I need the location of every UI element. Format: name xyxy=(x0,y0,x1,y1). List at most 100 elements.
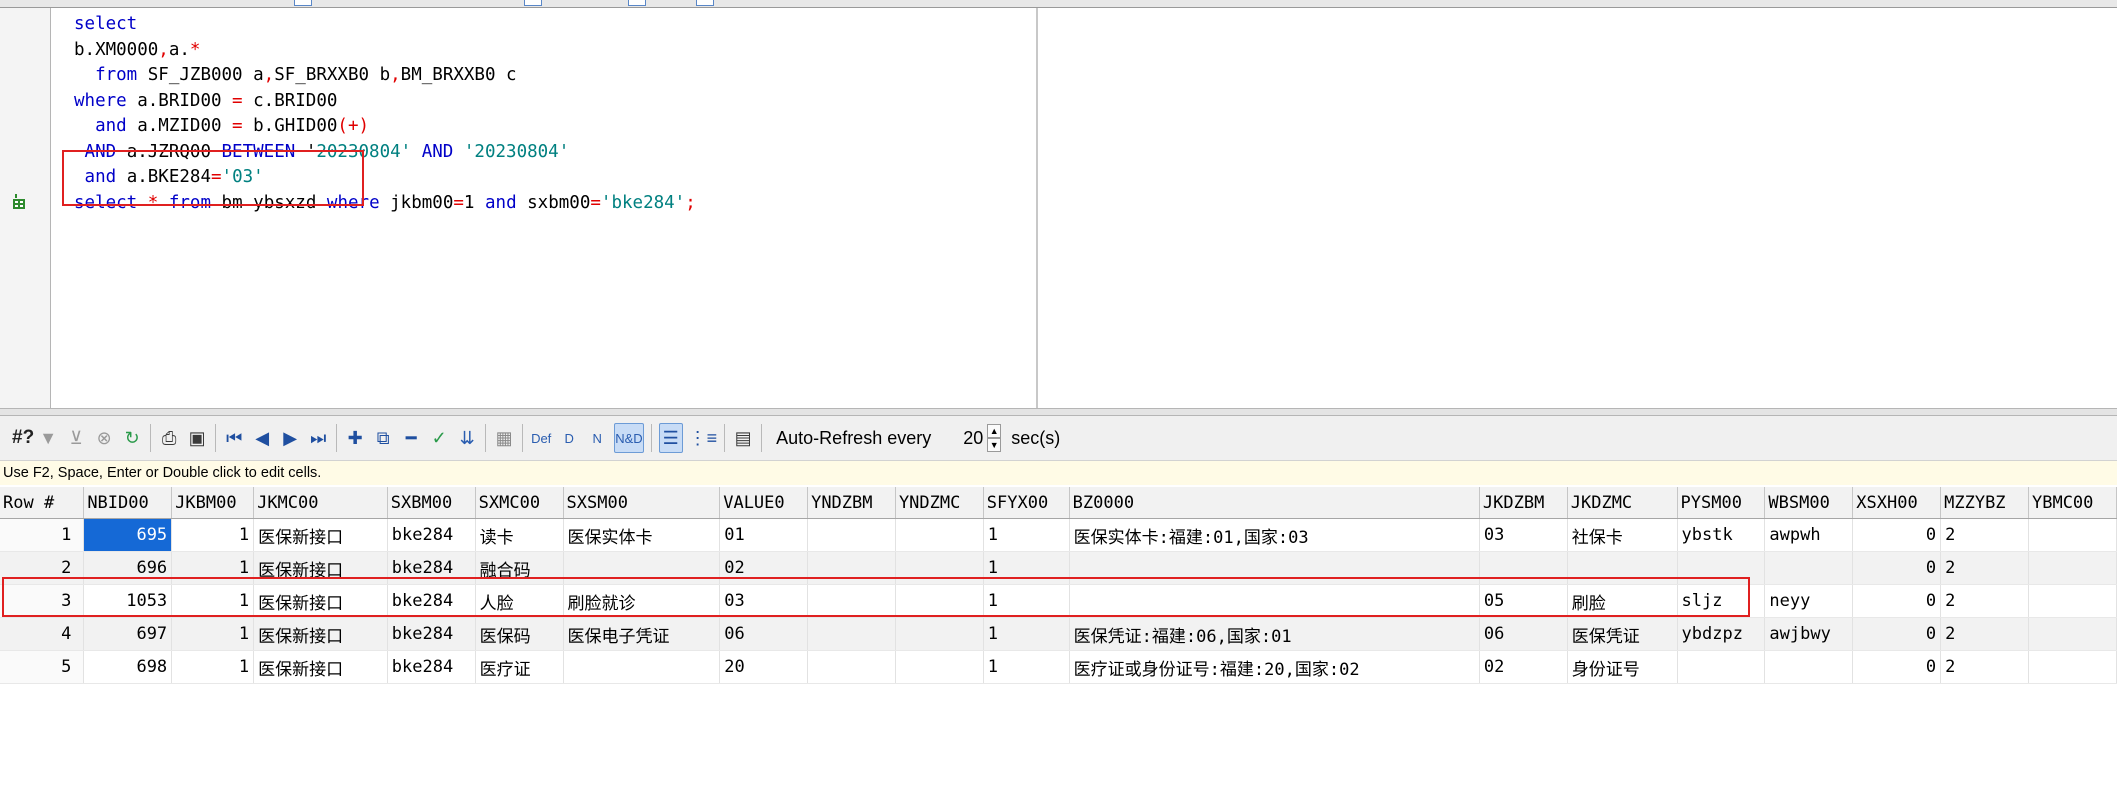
table-cell[interactable]: 20 xyxy=(719,650,809,684)
table-cell[interactable] xyxy=(1677,650,1766,684)
sql-editor[interactable]: select b.XM0000,a.* from SF_JZB000 a,SF_B… xyxy=(0,8,1036,408)
row-number-cell[interactable]: 5 xyxy=(0,650,85,684)
last-record-icon[interactable]: ⏭ xyxy=(307,424,329,452)
date-button[interactable]: D xyxy=(558,424,580,452)
column-header[interactable]: YNDZBM xyxy=(807,487,896,519)
table-cell[interactable] xyxy=(895,518,984,552)
table-cell[interactable]: 1 xyxy=(983,518,1070,552)
table-cell[interactable]: 0 xyxy=(1852,518,1942,552)
table-cell[interactable] xyxy=(1069,584,1480,618)
column-header[interactable]: VALUE0 xyxy=(719,487,809,519)
table-cell[interactable]: 1 xyxy=(171,650,255,684)
table-cell[interactable]: 03 xyxy=(719,584,809,618)
duplicate-record-icon[interactable]: ⧉ xyxy=(372,424,394,452)
result-grid[interactable]: Row # NBID00 JKBM00 JKMC00 SXBM00 SXMC00 SXSM0… xyxy=(0,487,2117,684)
table-cell[interactable]: 01 xyxy=(719,518,809,552)
column-header[interactable]: XSXH00 xyxy=(1852,487,1942,519)
table-cell[interactable]: 医保新接口 xyxy=(253,584,388,618)
row-number-cell[interactable]: 1 xyxy=(0,518,85,552)
column-header[interactable]: JKMC00 xyxy=(253,487,388,519)
spinner-buttons[interactable]: ▲ ▼ xyxy=(987,424,1002,452)
table-cell[interactable]: 医保实体卡:福建:01,国家:03 xyxy=(1069,518,1480,552)
table-cell[interactable]: 02 xyxy=(719,551,809,585)
table-cell[interactable]: 0 xyxy=(1852,617,1942,651)
table-cell[interactable]: 697 xyxy=(83,617,173,651)
table-cell[interactable]: 695 xyxy=(83,518,173,552)
grid-view-icon[interactable]: ☰ xyxy=(658,423,683,453)
table-cell[interactable]: 人脸 xyxy=(475,584,564,618)
table-cell[interactable]: 医保新接口 xyxy=(253,518,388,552)
table-cell[interactable] xyxy=(1677,551,1766,585)
null-and-date-button[interactable]: N&D xyxy=(614,423,644,453)
table-cell[interactable]: 身份证号 xyxy=(1567,650,1678,684)
table-cell[interactable]: 读卡 xyxy=(475,518,564,552)
table-cell[interactable] xyxy=(1764,650,1854,684)
column-header[interactable]: JKDZBM xyxy=(1479,487,1568,519)
table-cell[interactable] xyxy=(2028,518,2117,552)
table-row[interactable]: 4 697 1 医保新接口 bke284 医保码 医保电子凭证 06 1 医保凭证:福建:06,国… xyxy=(0,617,2117,651)
table-cell[interactable] xyxy=(807,584,896,618)
cancel-icon[interactable]: ⊗ xyxy=(93,424,115,452)
table-cell[interactable]: 2 xyxy=(1940,551,2029,585)
table-cell[interactable]: 1 xyxy=(171,518,255,552)
table-cell[interactable] xyxy=(563,551,721,585)
column-header[interactable]: YNDZMC xyxy=(895,487,984,519)
table-cell[interactable] xyxy=(2028,650,2117,684)
null-button[interactable]: N xyxy=(586,424,608,452)
table-cell[interactable]: 05 xyxy=(1479,584,1568,618)
table-cell[interactable]: 1 xyxy=(171,551,255,585)
table-cell[interactable] xyxy=(2028,617,2117,651)
column-header[interactable]: PYSM00 xyxy=(1677,487,1766,519)
table-cell[interactable]: 1 xyxy=(983,650,1070,684)
table-cell[interactable]: 医保电子凭证 xyxy=(563,617,721,651)
table-cell[interactable]: 1 xyxy=(171,584,255,618)
delete-record-icon[interactable]: ━ xyxy=(400,424,422,452)
table-cell[interactable]: 1 xyxy=(171,617,255,651)
column-header[interactable]: Row # xyxy=(0,487,85,519)
column-header[interactable]: SXBM00 xyxy=(387,487,476,519)
column-header[interactable]: SXMC00 xyxy=(475,487,564,519)
table-cell[interactable]: bke284 xyxy=(387,518,476,552)
next-record-icon[interactable]: ▶ xyxy=(279,424,301,452)
table-cell[interactable]: 696 xyxy=(83,551,173,585)
table-cell[interactable] xyxy=(807,617,896,651)
row-number-cell[interactable]: 4 xyxy=(0,617,85,651)
table-cell[interactable] xyxy=(2028,551,2117,585)
column-header[interactable]: MZZYBZ xyxy=(1940,487,2029,519)
table-cell[interactable]: 1053 xyxy=(83,584,173,618)
table-cell[interactable]: 698 xyxy=(83,650,173,684)
table-cell[interactable] xyxy=(2028,584,2117,618)
code-line[interactable]: where a.BRID00 = c.BRID00 xyxy=(74,89,696,115)
column-header[interactable]: WBSM00 xyxy=(1764,487,1854,519)
default-value-button[interactable]: Def xyxy=(530,424,552,452)
table-cell[interactable]: 2 xyxy=(1940,584,2029,618)
filter-icon[interactable]: ▼ xyxy=(37,424,59,452)
table-cell[interactable]: 刷脸就诊 xyxy=(563,584,721,618)
table-cell[interactable] xyxy=(807,518,896,552)
table-cell[interactable]: neyy xyxy=(1764,584,1854,618)
table-row[interactable]: 5 698 1 医保新接口 bke284 医疗证 20 1 医疗证或身份证号:福建:20,国家:… xyxy=(0,650,2117,684)
table-cell[interactable]: bke284 xyxy=(387,584,476,618)
save-icon[interactable]: ▣ xyxy=(186,424,208,452)
refresh-icon[interactable]: ↻ xyxy=(121,424,143,452)
table-row[interactable]: 2 696 1 医保新接口 bke284 融合码 02 1 0 2 xyxy=(0,551,2117,585)
column-header[interactable]: SFYX00 xyxy=(983,487,1070,519)
query-by-example-icon[interactable]: ▦ xyxy=(493,424,515,452)
horizontal-splitter[interactable] xyxy=(0,408,2117,416)
fetch-icon[interactable]: ⇊ xyxy=(456,424,478,452)
table-cell[interactable]: bke284 xyxy=(387,617,476,651)
column-header[interactable]: BZ0000 xyxy=(1069,487,1480,519)
record-view-icon[interactable]: ⋮≡ xyxy=(689,424,718,452)
column-header[interactable]: JKBM00 xyxy=(171,487,255,519)
table-cell[interactable]: sljz xyxy=(1677,584,1766,618)
table-cell[interactable]: bke284 xyxy=(387,551,476,585)
table-cell[interactable] xyxy=(895,617,984,651)
table-cell[interactable]: ybdzpz xyxy=(1677,617,1766,651)
table-cell[interactable]: 1 xyxy=(983,617,1070,651)
post-changes-icon[interactable]: ✓ xyxy=(428,424,450,452)
first-record-icon[interactable]: ⏮ xyxy=(223,424,245,452)
code-line[interactable]: select xyxy=(74,12,696,38)
column-header[interactable]: JKDZMC xyxy=(1567,487,1678,519)
table-cell[interactable]: 医疗证或身份证号:福建:20,国家:02 xyxy=(1069,650,1480,684)
row-number-cell[interactable]: 3 xyxy=(0,584,85,618)
